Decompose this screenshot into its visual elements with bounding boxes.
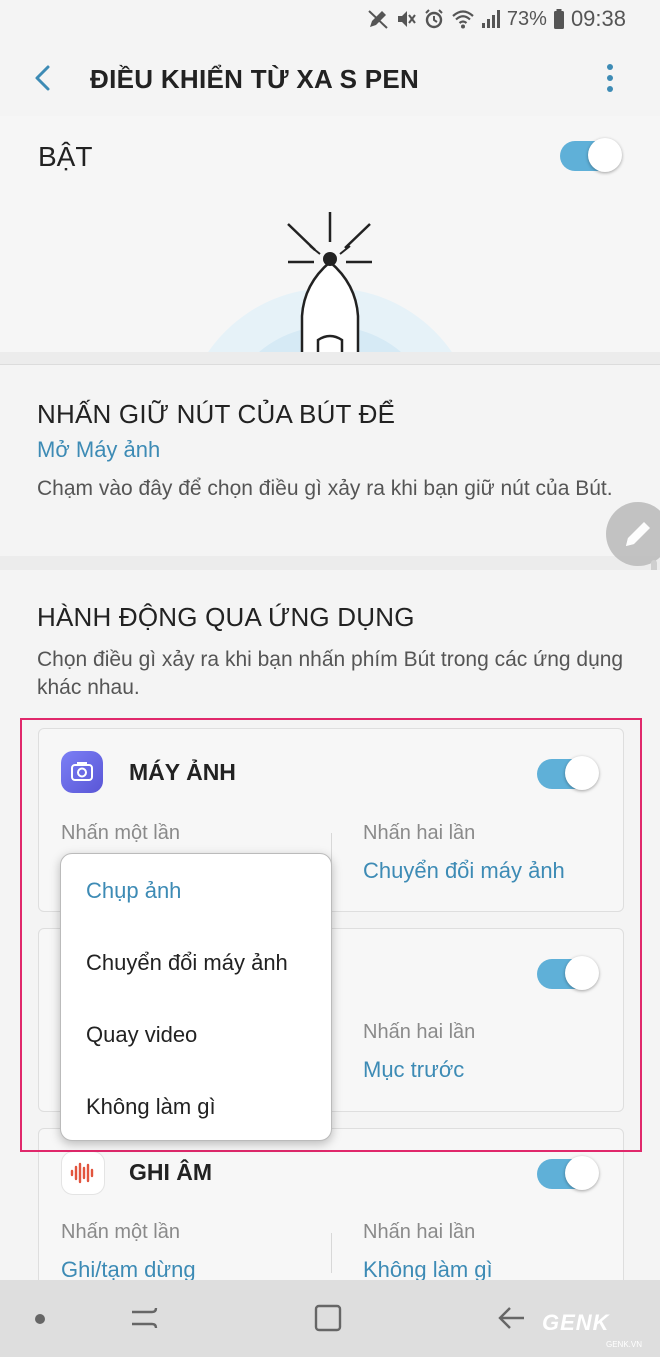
status-icons: 73% 09:38	[367, 6, 626, 32]
status-bar: 73% 09:38	[0, 0, 660, 40]
toggle-knob	[588, 138, 622, 172]
voice-recorder-card-title: GHI ÂM	[129, 1159, 213, 1185]
section-separator	[0, 352, 660, 364]
app-bar: ĐIỀU KHIỂN TỪ XA S PEN	[0, 40, 660, 117]
back-nav-icon	[498, 1307, 524, 1329]
more-options-button[interactable]	[596, 60, 624, 96]
signal-icon	[481, 8, 501, 30]
app-actions-section: HÀNH ĐỘNG QUA ỨNG DỤNG Chọn điều gì xảy …	[0, 570, 660, 710]
genk-watermark-sub: GENK.VN	[606, 1340, 643, 1349]
master-switch-panel: BẬT	[0, 116, 660, 353]
home-button[interactable]	[312, 1302, 344, 1339]
back-nav-button[interactable]	[496, 1302, 528, 1339]
genk-watermark: GENK	[542, 1310, 610, 1335]
menu-item-do-nothing[interactable]: Không làm gì	[86, 1094, 216, 1120]
more-vert-icon	[607, 64, 613, 92]
clock-time: 09:38	[570, 6, 626, 31]
menu-item-take-photo[interactable]: Chụp ảnh	[86, 878, 181, 904]
recent-apps-icon	[132, 1307, 158, 1329]
edit-fab-button[interactable]	[606, 502, 660, 566]
app-actions-description: Chọn điều gì xảy ra khi bạn nhấn phím Bú…	[37, 648, 624, 699]
navigation-bar: GENK GENK.VN	[0, 1280, 660, 1357]
recent-apps-button[interactable]	[128, 1302, 160, 1339]
s-pen-illustration-icon	[180, 206, 480, 352]
back-button[interactable]	[28, 62, 60, 94]
battery-icon	[553, 8, 565, 30]
press-hold-description: Chạm vào đây để chọn điều gì xảy ra khi …	[37, 477, 613, 500]
master-toggle[interactable]	[560, 138, 622, 172]
wifi-icon	[451, 8, 475, 30]
nav-dot-icon[interactable]	[35, 1314, 45, 1324]
app-actions-heading: HÀNH ĐỘNG QUA ỨNG DỤNG	[37, 602, 415, 632]
section-separator	[0, 556, 660, 570]
pen-icon	[367, 8, 389, 30]
voice-recorder-toggle[interactable]	[537, 1156, 599, 1190]
press-hold-section[interactable]: NHẤN GIỮ NÚT CỦA BÚT ĐỂ Mở Máy ảnh Chạm …	[0, 364, 660, 558]
toggle-knob	[565, 1156, 599, 1190]
page-title: ĐIỀU KHIỂN TỪ XA S PEN	[90, 64, 420, 94]
battery-percent: 73%	[506, 7, 547, 30]
menu-item-switch-camera[interactable]: Chuyển đổi máy ảnh	[86, 950, 288, 976]
mute-icon	[395, 8, 417, 30]
back-arrow-icon	[35, 65, 50, 91]
pencil-icon	[626, 522, 650, 546]
voice-double-press-label: Nhấn hai lần	[363, 1221, 476, 1243]
menu-item-record-video[interactable]: Quay video	[86, 1022, 197, 1048]
press-hold-heading: NHẤN GIỮ NÚT CỦA BÚT ĐỂ	[37, 399, 396, 429]
voice-recorder-app-icon	[61, 1151, 105, 1195]
column-divider	[331, 1233, 332, 1273]
alarm-icon	[423, 8, 445, 30]
single-press-options-menu: Chụp ảnh Chuyển đổi máy ảnh Quay video K…	[60, 853, 332, 1141]
master-switch-label: BẬT	[38, 141, 93, 172]
voice-single-press-label: Nhấn một lần	[61, 1221, 180, 1243]
home-icon	[314, 1304, 342, 1332]
press-hold-value: Mở Máy ảnh	[37, 437, 161, 462]
